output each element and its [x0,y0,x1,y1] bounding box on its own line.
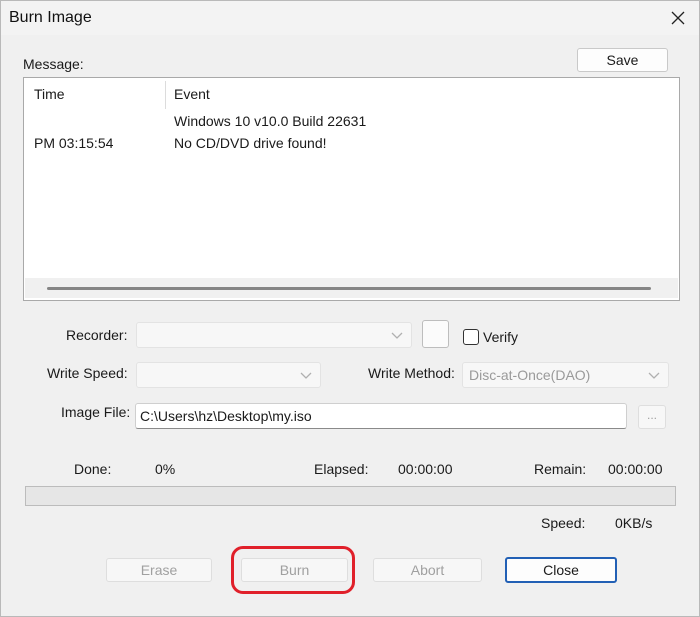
remain-value: 00:00:00 [608,461,663,477]
remain-label: Remain: [534,461,587,477]
burn-image-dialog: Burn Image Message: Save Time Event Wind… [0,0,700,617]
image-file-input[interactable]: C:\Users\hz\Desktop\my.iso [135,403,627,429]
message-list[interactable]: Time Event Windows 10 v10.0 Build 22631 … [23,77,680,301]
recorder-select[interactable] [136,322,412,348]
recorder-label: Recorder: [66,327,128,343]
write-speed-label: Write Speed: [47,365,128,381]
column-header-time[interactable]: Time [34,86,65,102]
image-file-label: Image File: [61,404,131,420]
save-button[interactable]: Save [577,48,668,72]
elapsed-value: 00:00:00 [398,461,453,477]
row-event: Windows 10 v10.0 Build 22631 [174,113,367,129]
speed-label: Speed: [541,515,586,531]
progress-bar [25,486,676,506]
horizontal-scrollbar[interactable] [25,278,678,298]
abort-button[interactable]: Abort [373,558,482,582]
erase-button[interactable]: Erase [106,558,212,582]
speed-value: 0KB/s [615,515,653,531]
chevron-down-icon [300,367,312,383]
elapsed-label: Elapsed: [314,461,369,477]
done-label: Done: [74,461,112,477]
write-speed-select[interactable] [136,362,321,388]
chevron-down-icon [648,367,660,383]
message-label: Message: [23,56,84,72]
done-value: 0% [155,461,176,477]
verify-checkbox[interactable] [463,329,479,345]
close-icon[interactable] [663,3,693,33]
column-header-event[interactable]: Event [174,86,210,102]
column-divider[interactable] [165,81,166,109]
chevron-down-icon [391,327,403,343]
verify-label[interactable]: Verify [483,329,518,345]
recorder-options-button[interactable] [422,320,449,348]
scrollbar-thumb[interactable] [47,287,651,290]
close-button[interactable]: Close [505,557,617,583]
write-method-select[interactable]: Disc-at-Once(DAO) [462,362,669,388]
write-method-value: Disc-at-Once(DAO) [469,367,591,383]
row-event: No CD/DVD drive found! [174,135,327,151]
write-method-label: Write Method: [368,365,455,381]
row-time: PM 03:15:54 [34,135,114,151]
browse-button[interactable]: ... [638,405,666,429]
burn-button-highlight [231,546,355,594]
title-bar: Burn Image [1,1,699,35]
window-title: Burn Image [9,9,92,26]
